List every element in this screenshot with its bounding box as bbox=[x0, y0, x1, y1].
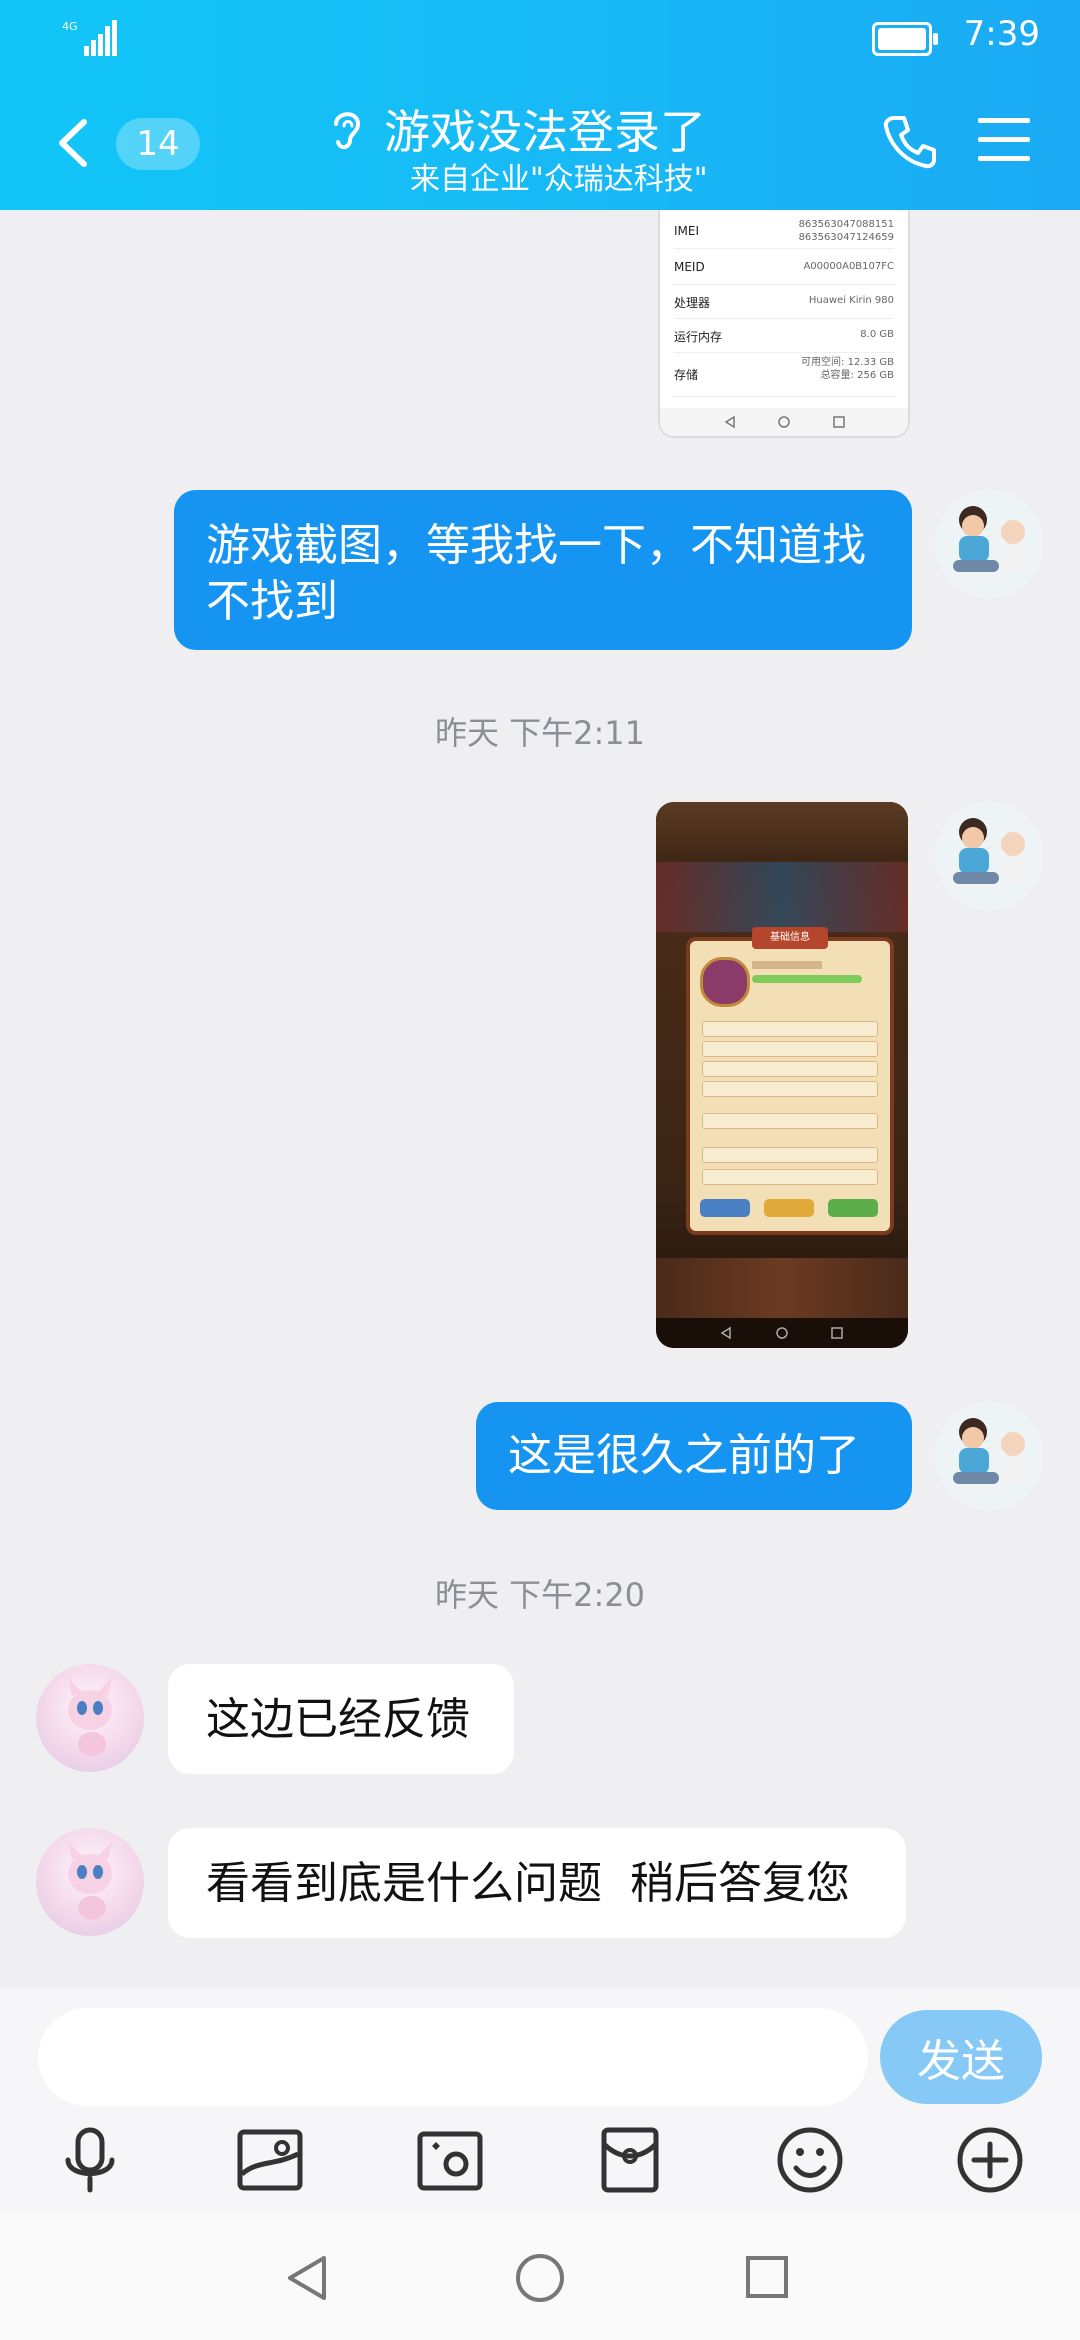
menu-icon[interactable] bbox=[978, 118, 1030, 164]
message-bubble-incoming[interactable]: 这边已经反馈 bbox=[168, 1664, 514, 1774]
camera-icon[interactable] bbox=[414, 2124, 486, 2196]
emoji-icon[interactable] bbox=[774, 2124, 846, 2196]
device-info-key: MEID bbox=[674, 260, 705, 274]
game-scene bbox=[656, 862, 908, 932]
svg-text:4G: 4G bbox=[62, 20, 78, 33]
device-info-row: MEID A00000A0B107FC bbox=[674, 250, 894, 285]
game-row bbox=[702, 1113, 878, 1129]
game-exp-bar bbox=[752, 975, 862, 983]
battery-icon bbox=[872, 22, 938, 56]
game-row bbox=[702, 1147, 878, 1163]
game-row bbox=[702, 1021, 878, 1037]
signal-icon: 4G bbox=[62, 20, 117, 56]
game-bottom-bar bbox=[656, 1258, 908, 1318]
agent-avatar[interactable] bbox=[36, 1664, 144, 1772]
timestamp: 昨天 下午2:20 bbox=[434, 1576, 646, 1614]
game-avatar bbox=[700, 957, 750, 1007]
phone-icon[interactable] bbox=[880, 112, 940, 172]
unread-count-badge[interactable]: 14 bbox=[116, 118, 200, 170]
plus-icon[interactable] bbox=[954, 2124, 1026, 2196]
device-info-value: 8.0 GB bbox=[860, 329, 894, 340]
message-bubble-outgoing[interactable]: 游戏截图，等我找一下，不知道找不找到 bbox=[174, 490, 912, 650]
user-avatar[interactable] bbox=[935, 1402, 1043, 1510]
game-info-panel: 基础信息 bbox=[686, 927, 894, 1235]
back-icon[interactable] bbox=[52, 118, 92, 168]
device-info-row: 处理器 Huawei Kirin 980 bbox=[674, 284, 894, 319]
game-screenshot-image[interactable]: 基础信息 bbox=[656, 802, 908, 1348]
microphone-icon[interactable] bbox=[54, 2124, 126, 2196]
game-button bbox=[764, 1199, 814, 1217]
agent-avatar[interactable] bbox=[36, 1828, 144, 1936]
device-info-key: 运行内存 bbox=[674, 330, 723, 344]
game-row bbox=[702, 1081, 878, 1097]
chat-header: 4G 7:39 14 游戏没法登录了 来自企业"众瑞达科技" bbox=[0, 0, 1080, 210]
game-text-line bbox=[752, 961, 822, 969]
earpiece-icon[interactable] bbox=[328, 106, 364, 152]
nav-recents-icon[interactable] bbox=[744, 2254, 790, 2300]
game-panel-title: 基础信息 bbox=[752, 927, 828, 949]
device-info-image[interactable]: IMEI 863563047088151 863563047124659 MEI… bbox=[658, 210, 910, 438]
device-info-value: Huawei Kirin 980 bbox=[808, 295, 894, 306]
game-row bbox=[702, 1061, 878, 1077]
game-nav-bar bbox=[656, 1318, 908, 1348]
device-info-key: IMEI bbox=[674, 224, 700, 238]
device-info-value: 863563047088151 863563047124659 bbox=[798, 219, 894, 243]
device-info-row: 运行内存 8.0 GB bbox=[674, 318, 894, 353]
user-avatar[interactable] bbox=[935, 490, 1043, 598]
message-input[interactable] bbox=[38, 2008, 868, 2106]
user-avatar[interactable] bbox=[935, 802, 1043, 910]
device-info-row: 存储 可用空间: 12.33 GB 总容量: 256 GB bbox=[674, 352, 894, 397]
device-info-value: 可用空间: 12.33 GB 总容量: 256 GB bbox=[801, 357, 894, 381]
game-row bbox=[702, 1041, 878, 1057]
timestamp: 昨天 下午2:11 bbox=[434, 714, 646, 752]
nav-back-icon[interactable] bbox=[284, 2252, 330, 2304]
nav-home-icon[interactable] bbox=[514, 2252, 566, 2304]
red-packet-icon[interactable] bbox=[594, 2124, 666, 2196]
game-button bbox=[828, 1199, 878, 1217]
message-bubble-incoming[interactable]: 看看到底是什么问题 稍后答复您 bbox=[168, 1828, 906, 1938]
chat-title: 游戏没法登录了 bbox=[384, 105, 706, 159]
device-info-key: 存储 bbox=[674, 368, 699, 382]
image-icon[interactable] bbox=[234, 2124, 306, 2196]
device-info-key: 处理器 bbox=[674, 296, 711, 310]
game-button bbox=[700, 1199, 750, 1217]
game-row bbox=[702, 1169, 878, 1185]
message-bubble-outgoing[interactable]: 这是很久之前的了 bbox=[476, 1402, 912, 1510]
device-nav-bar bbox=[660, 408, 908, 436]
system-nav-bar bbox=[0, 2214, 1080, 2340]
device-info-value: A00000A0B107FC bbox=[803, 261, 894, 272]
send-button[interactable]: 发送 bbox=[880, 2010, 1042, 2104]
status-time: 7:39 bbox=[963, 14, 1040, 54]
chat-subtitle: 来自企业"众瑞达科技" bbox=[410, 162, 708, 197]
device-info-row: IMEI 863563047088151 863563047124659 bbox=[674, 214, 894, 249]
